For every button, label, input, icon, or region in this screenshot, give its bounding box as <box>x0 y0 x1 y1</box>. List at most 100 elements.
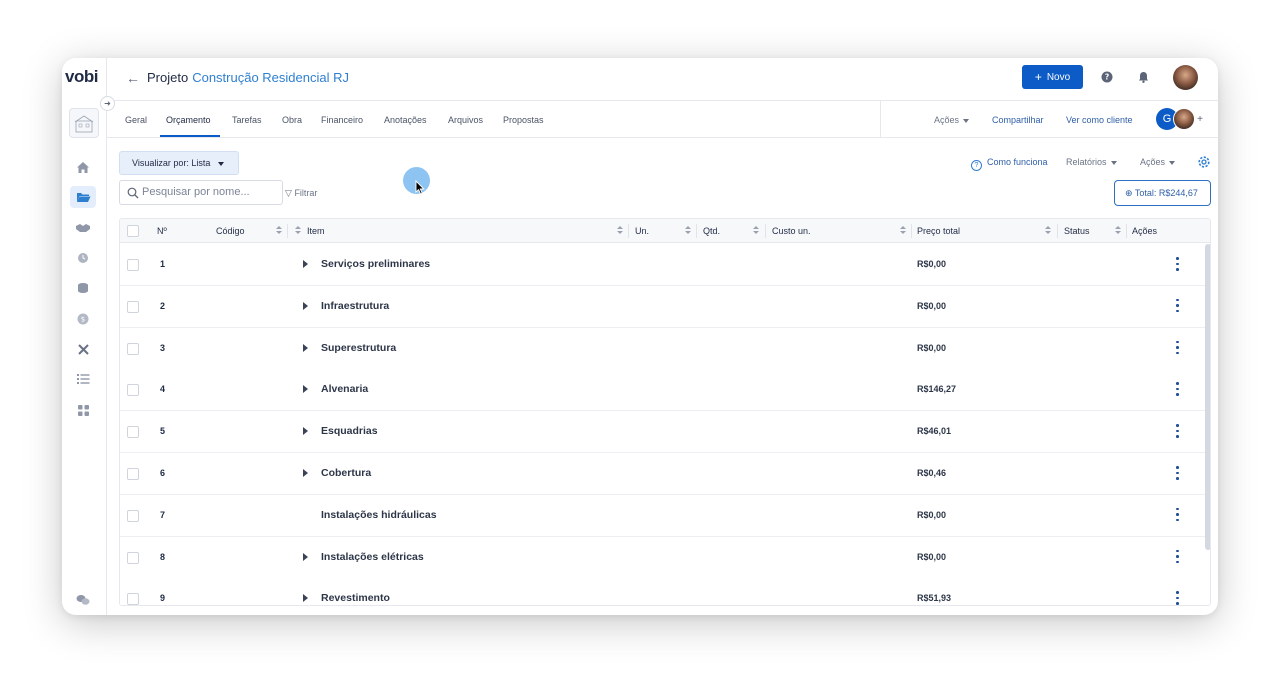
more-vertical-icon[interactable] <box>1173 381 1181 397</box>
header-status[interactable]: Status <box>1064 226 1090 236</box>
sort-code-icon[interactable] <box>276 226 282 236</box>
header-total-price[interactable]: Preço total <box>917 226 960 236</box>
share-link[interactable]: Compartilhar <box>992 115 1044 125</box>
header-qty[interactable]: Qtd. <box>703 226 720 236</box>
row-checkbox[interactable] <box>127 551 139 564</box>
tab-arquivos[interactable]: Arquivos <box>448 115 483 125</box>
more-vertical-icon[interactable] <box>1173 423 1181 439</box>
table-row[interactable]: 7 Instalações hidráulicas R$0,00 <box>120 494 1205 537</box>
caret-right-icon[interactable] <box>303 552 308 561</box>
more-vertical-icon[interactable] <box>1173 340 1181 356</box>
header-unit[interactable]: Un. <box>635 226 649 236</box>
table-scrollbar[interactable] <box>1205 244 1210 550</box>
sort-total-price-icon[interactable] <box>1045 226 1051 236</box>
header-item[interactable]: Item <box>307 226 325 236</box>
total-button[interactable]: ⊕ Total: R$244,67 <box>1114 180 1211 206</box>
sidebar-clock[interactable] <box>70 247 96 269</box>
table-row[interactable]: 2 Infraestrutura R$0,00 <box>120 285 1205 328</box>
help-icon[interactable]: ? <box>1100 70 1114 84</box>
caret-right-icon[interactable] <box>303 301 308 310</box>
header-unit-cost[interactable]: Custo un. <box>772 226 811 236</box>
caret-right-icon[interactable] <box>303 594 308 603</box>
row-checkbox[interactable] <box>127 593 139 605</box>
collapse-sidebar-button[interactable]: ➜ <box>100 96 115 111</box>
sidebar-finance[interactable]: $ <box>70 308 96 330</box>
add-member-icon[interactable]: + <box>1190 108 1210 130</box>
table-row[interactable]: 9 Revestimento R$51,93 <box>120 578 1205 605</box>
tab-tarefas[interactable]: Tarefas <box>232 115 262 125</box>
sidebar-stack[interactable] <box>70 277 96 299</box>
vobi-logo: vobi <box>65 67 98 86</box>
row-checkbox[interactable] <box>127 384 139 397</box>
gear-icon[interactable] <box>1197 155 1211 174</box>
sort-status-icon[interactable] <box>1115 226 1121 236</box>
project-name-link[interactable]: Construção Residencial RJ <box>192 70 349 85</box>
sidebar-handshake[interactable] <box>70 217 96 239</box>
back-arrow-icon[interactable]: ← <box>126 70 140 86</box>
row-checkbox[interactable] <box>127 300 139 313</box>
header-actions: Ações <box>1132 226 1158 236</box>
sidebar-home[interactable] <box>70 156 96 178</box>
sort-unit-cost-icon[interactable] <box>900 226 906 236</box>
tab-obra[interactable]: Obra <box>282 115 302 125</box>
caret-right-icon[interactable] <box>303 385 308 394</box>
sidebar-tools[interactable] <box>70 338 96 360</box>
caret-right-icon[interactable] <box>303 260 308 268</box>
more-vertical-icon[interactable] <box>1173 507 1181 523</box>
tab-anotacoes[interactable]: Anotações <box>384 115 427 125</box>
new-button[interactable]: + Novo <box>1022 65 1083 89</box>
row-item-name: Instalações elétricas <box>321 550 424 563</box>
view-by-dropdown[interactable]: Visualizar por: Lista <box>119 151 239 175</box>
user-avatar[interactable] <box>1173 65 1198 90</box>
client-view-link[interactable]: Ver como cliente <box>1066 115 1133 125</box>
bell-icon[interactable] <box>1136 70 1150 84</box>
row-checkbox[interactable] <box>127 342 139 355</box>
sort-item-icon[interactable] <box>617 226 623 236</box>
more-vertical-icon[interactable] <box>1173 465 1181 481</box>
how-it-works-link[interactable]: ? Como funciona <box>971 157 1048 171</box>
table-row[interactable]: 3 Superestrutura R$0,00 <box>120 327 1205 370</box>
sort-unit-icon[interactable] <box>685 226 691 236</box>
caret-right-icon[interactable] <box>303 427 308 436</box>
caret-right-icon[interactable] <box>303 343 308 352</box>
tab-geral[interactable]: Geral <box>125 115 147 125</box>
caret-right-icon[interactable] <box>303 469 308 477</box>
search-input[interactable]: Pesquisar por nome... <box>119 180 283 205</box>
table-row[interactable]: 1 Serviços preliminares R$0,00 <box>120 244 1205 286</box>
table-row[interactable]: 5 Esquadrias R$46,01 <box>120 411 1205 454</box>
row-checkbox[interactable] <box>127 259 139 271</box>
expand-collapse-icon[interactable] <box>295 226 301 236</box>
filter-button[interactable]: ▽ Filtrar <box>285 188 317 199</box>
tab-orcamento[interactable]: Orçamento <box>166 115 211 125</box>
sidebar-projects[interactable] <box>70 186 96 208</box>
select-all-checkbox[interactable] <box>127 225 139 237</box>
sidebar-apps[interactable] <box>70 399 96 421</box>
row-checkbox[interactable] <box>127 426 139 439</box>
tab-propostas[interactable]: Propostas <box>503 115 544 125</box>
table-row[interactable]: 4 Alvenaria R$146,27 <box>120 369 1205 412</box>
more-vertical-icon[interactable] <box>1173 549 1181 565</box>
tab-financeiro[interactable]: Financeiro <box>321 115 363 125</box>
header-code[interactable]: Código <box>216 226 245 236</box>
apps-grid-icon <box>77 404 89 416</box>
header-num[interactable]: Nº <box>157 226 167 236</box>
sidebar-list[interactable] <box>70 368 96 390</box>
folder-open-icon <box>76 193 90 202</box>
actions-dropdown[interactable]: Ações <box>1140 157 1176 167</box>
reports-dropdown[interactable]: Relatórios <box>1066 157 1117 167</box>
table-row[interactable]: 6 Cobertura R$0,46 <box>120 453 1205 495</box>
table-row[interactable]: 8 Instalações elétricas R$0,00 <box>120 536 1205 579</box>
page-title: Projeto Construção Residencial RJ <box>147 70 349 85</box>
tab-actions-dropdown[interactable]: Ações <box>934 115 970 125</box>
row-total-price: R$0,46 <box>917 468 947 478</box>
more-vertical-icon[interactable] <box>1173 298 1181 314</box>
more-vertical-icon[interactable] <box>1173 256 1181 272</box>
sidebar-chat[interactable] <box>70 589 96 611</box>
row-checkbox[interactable] <box>127 509 139 522</box>
project-thumbnail[interactable] <box>69 108 99 138</box>
sort-qty-icon[interactable] <box>753 226 759 236</box>
how-it-works-label: Como funciona <box>987 157 1048 167</box>
row-checkbox[interactable] <box>127 468 139 480</box>
svg-text:?: ? <box>1105 73 1109 82</box>
more-vertical-icon[interactable] <box>1173 590 1181 605</box>
